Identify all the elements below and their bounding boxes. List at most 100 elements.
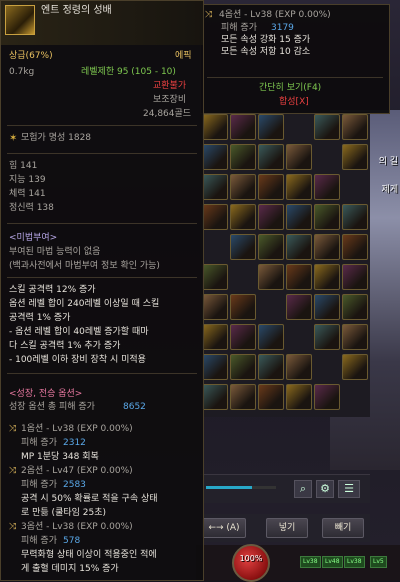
inventory-slot[interactable] — [230, 144, 256, 170]
growth-title: <성장, 전승 옵션> — [9, 389, 83, 399]
inventory-slot[interactable] — [342, 114, 368, 140]
inventory-slot[interactable] — [230, 324, 256, 350]
option3-dmg-value: 578 — [63, 536, 81, 546]
inventory-slot[interactable] — [258, 114, 284, 140]
divider — [7, 277, 197, 278]
inventory-slot[interactable] — [286, 144, 312, 170]
inventory-slot[interactable] — [230, 204, 256, 230]
inventory-slot[interactable] — [258, 354, 284, 380]
inventory-slot[interactable] — [342, 354, 368, 380]
option-shuffle-icon: ⤨ — [9, 522, 17, 532]
enchant-line: (백과사전에서 마법부여 정보 확인 가능) — [9, 261, 160, 271]
effect-line: 스킬 공격력 12% 증가 — [9, 285, 96, 295]
lv-tag: Lv38 — [344, 556, 365, 568]
divider — [7, 125, 197, 126]
npc-text-1: 의 길 — [378, 157, 398, 167]
divider — [7, 373, 197, 374]
inventory-slot[interactable] — [286, 384, 312, 410]
inventory-slot[interactable] — [286, 294, 312, 320]
inventory-slot[interactable] — [230, 234, 256, 260]
inventory-slot[interactable] — [342, 324, 368, 350]
item-type: 에픽 — [175, 51, 192, 61]
stat-int: 지능 139 — [9, 175, 46, 185]
lv-tag: Lv38 — [300, 556, 321, 568]
put-button[interactable]: 넣기 — [266, 518, 308, 538]
option1-title: 1옵션 - Lv38 (EXP 0.00%) — [21, 424, 133, 434]
inventory-slot[interactable] — [286, 174, 312, 200]
inventory-slot[interactable] — [202, 384, 228, 410]
inventory-slot[interactable] — [258, 144, 284, 170]
option1-dmg-label: 피해 증가 — [21, 438, 57, 448]
effect-line: - 100레벨 이하 장비 장착 시 미적용 — [9, 355, 146, 365]
inventory-slot[interactable] — [314, 264, 340, 290]
lv-tag: Lv48 — [322, 556, 343, 568]
inventory-slot[interactable] — [230, 174, 256, 200]
hp-percent: 100% — [239, 554, 263, 563]
option3-extra: 무력화형 상태 이상이 적용중인 적에 — [21, 550, 157, 560]
inventory-slot[interactable] — [314, 294, 340, 320]
option-tooltip: ⤨ 4옵션 - Lv38 (EXP 0.00%) 피해 증가 3179 모든 속… — [200, 4, 390, 114]
inventory-slot[interactable] — [258, 324, 284, 350]
inventory-slot[interactable] — [314, 174, 340, 200]
inventory-slot[interactable] — [258, 234, 284, 260]
option3-title: 3옵션 - Lv38 (EXP 0.00%) — [21, 522, 133, 532]
item-level-limit: 레벨제한 95 (105 - 10) — [81, 67, 176, 77]
list-icon[interactable]: ☰ — [338, 480, 360, 498]
inventory-slot[interactable] — [202, 354, 228, 380]
inventory-slot[interactable] — [342, 204, 368, 230]
item-icon — [5, 5, 35, 35]
inventory-slot[interactable] — [230, 294, 256, 320]
inventory-slot[interactable] — [202, 204, 228, 230]
inventory-slot[interactable] — [230, 384, 256, 410]
inventory-slot[interactable] — [202, 114, 228, 140]
move-button[interactable]: ←→ (A) — [202, 518, 246, 538]
stat-spr: 정신력 138 — [9, 203, 54, 213]
option4-dmg-value: 3179 — [271, 23, 294, 33]
inventory-slot[interactable] — [286, 264, 312, 290]
inventory-slot[interactable] — [314, 384, 340, 410]
inventory-slot[interactable] — [202, 324, 228, 350]
effect-line: 공격력 1% 증가 — [9, 313, 71, 323]
option4-line2: 모든 속성 저항 10 감소 — [221, 47, 311, 57]
drop-button[interactable]: 빼기 — [322, 518, 364, 538]
item-slot: 보조장비 — [153, 95, 187, 105]
option1-dmg-value: 2312 — [63, 438, 86, 448]
inventory-slot[interactable] — [202, 174, 228, 200]
gear-icon[interactable]: ⚙ — [316, 480, 334, 498]
inventory-progress — [206, 486, 276, 489]
enchant-title: <미법부여> — [9, 233, 58, 243]
inventory-slot[interactable] — [342, 264, 368, 290]
inventory-slot[interactable] — [230, 354, 256, 380]
effect-line: 옵션 레벨 합이 240레벨 이상일 때 스킬 — [9, 299, 160, 309]
inventory-slot[interactable] — [314, 114, 340, 140]
inventory-slot[interactable] — [286, 354, 312, 380]
option4-line1: 모든 속성 강화 15 증가 — [221, 35, 311, 45]
inventory-slot[interactable] — [342, 234, 368, 260]
inventory-slot[interactable] — [202, 264, 228, 290]
inventory-slot[interactable] — [202, 144, 228, 170]
compare-button[interactable]: 합성[X] — [279, 97, 309, 108]
inventory-slot[interactable] — [342, 144, 368, 170]
enchant-line: 부여된 마법 능력이 없음 — [9, 247, 101, 257]
inventory-slot[interactable] — [258, 384, 284, 410]
inventory-bottom-bar: ←→ (A) 넣기 빼기 — [200, 514, 370, 542]
inventory-slot[interactable] — [258, 264, 284, 290]
inventory-slot[interactable] — [314, 204, 340, 230]
inventory-slot[interactable] — [258, 204, 284, 230]
inventory-slot[interactable] — [230, 114, 256, 140]
inventory-slot[interactable] — [202, 294, 228, 320]
inventory-slot[interactable] — [314, 234, 340, 260]
divider — [207, 77, 383, 78]
inventory-slot[interactable] — [314, 324, 340, 350]
item-price: 24,864골드 — [143, 109, 192, 119]
simple-view-button[interactable]: 간단히 보기(F4) — [259, 83, 321, 94]
divider — [7, 223, 197, 224]
inventory-slot[interactable] — [286, 234, 312, 260]
search-icon[interactable]: ⌕ — [294, 480, 312, 498]
option-shuffle-icon: ⤨ — [9, 424, 17, 434]
inventory-slot[interactable] — [342, 294, 368, 320]
inventory-slot[interactable] — [286, 204, 312, 230]
option-shuffle-icon: ⤨ — [9, 466, 17, 476]
hp-orb — [232, 544, 270, 582]
inventory-slot[interactable] — [258, 174, 284, 200]
